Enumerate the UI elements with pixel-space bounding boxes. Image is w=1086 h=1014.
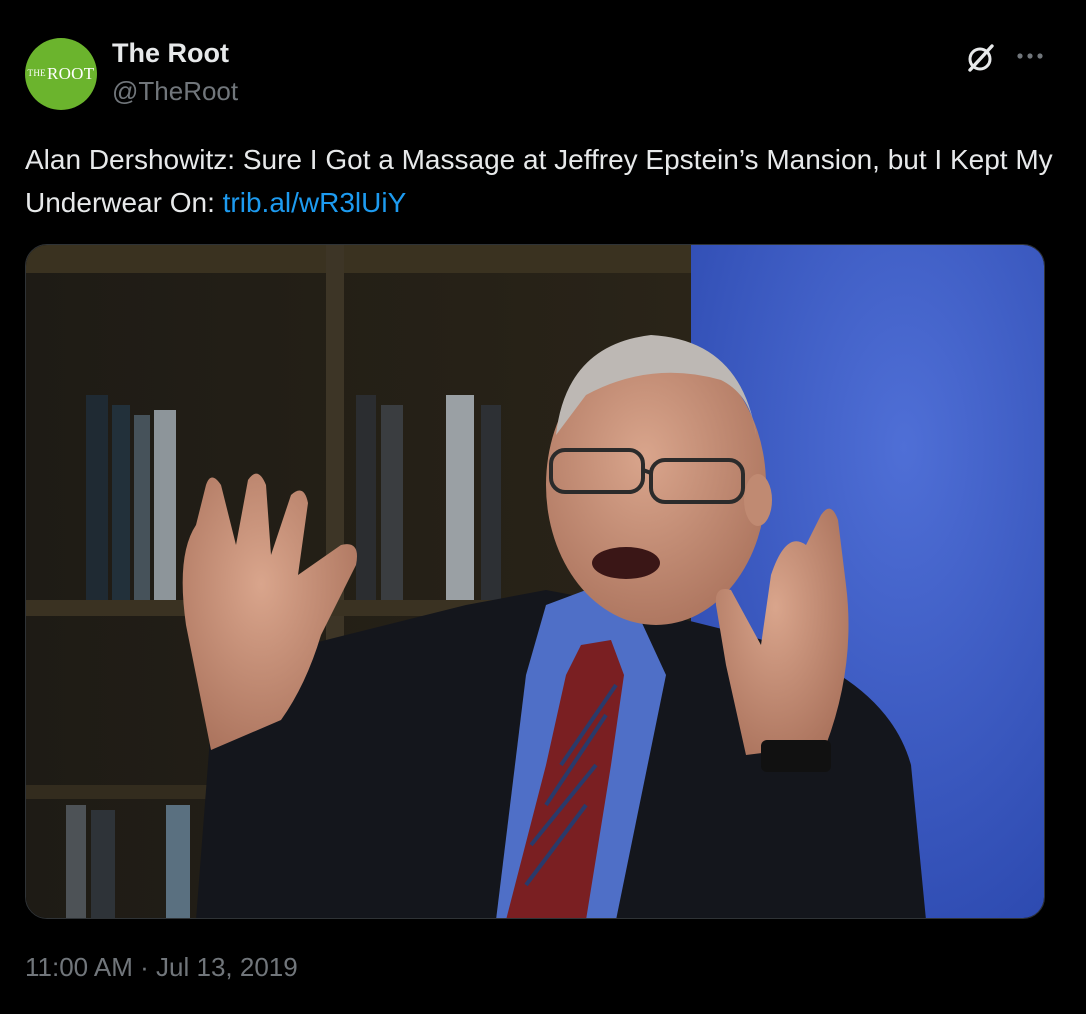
tweet-text: Alan Dershowitz: Sure I Got a Massage at…: [25, 138, 1061, 224]
avatar-logo-text: THEROOT: [27, 64, 95, 83]
more-icon[interactable]: [1012, 38, 1048, 74]
tweet-card: THEROOT The Root @TheRoot Alan Dershowit…: [0, 0, 1086, 1014]
grok-icon[interactable]: [962, 40, 998, 76]
tweet-timestamp[interactable]: 11:00 AM · Jul 13, 2019: [25, 952, 298, 983]
avatar[interactable]: THEROOT: [25, 38, 97, 110]
tweet-link[interactable]: trib.al/wR3lUiY: [223, 187, 407, 218]
timestamp-date: Jul 13, 2019: [156, 952, 298, 982]
timestamp-time: 11:00 AM: [25, 952, 133, 982]
tweet-photo[interactable]: [25, 244, 1045, 919]
author-name[interactable]: The Root: [112, 38, 229, 69]
timestamp-separator: ·: [132, 952, 157, 982]
tweet-body: Alan Dershowitz: Sure I Got a Massage at…: [25, 144, 1053, 218]
author-handle[interactable]: @TheRoot: [112, 76, 238, 107]
